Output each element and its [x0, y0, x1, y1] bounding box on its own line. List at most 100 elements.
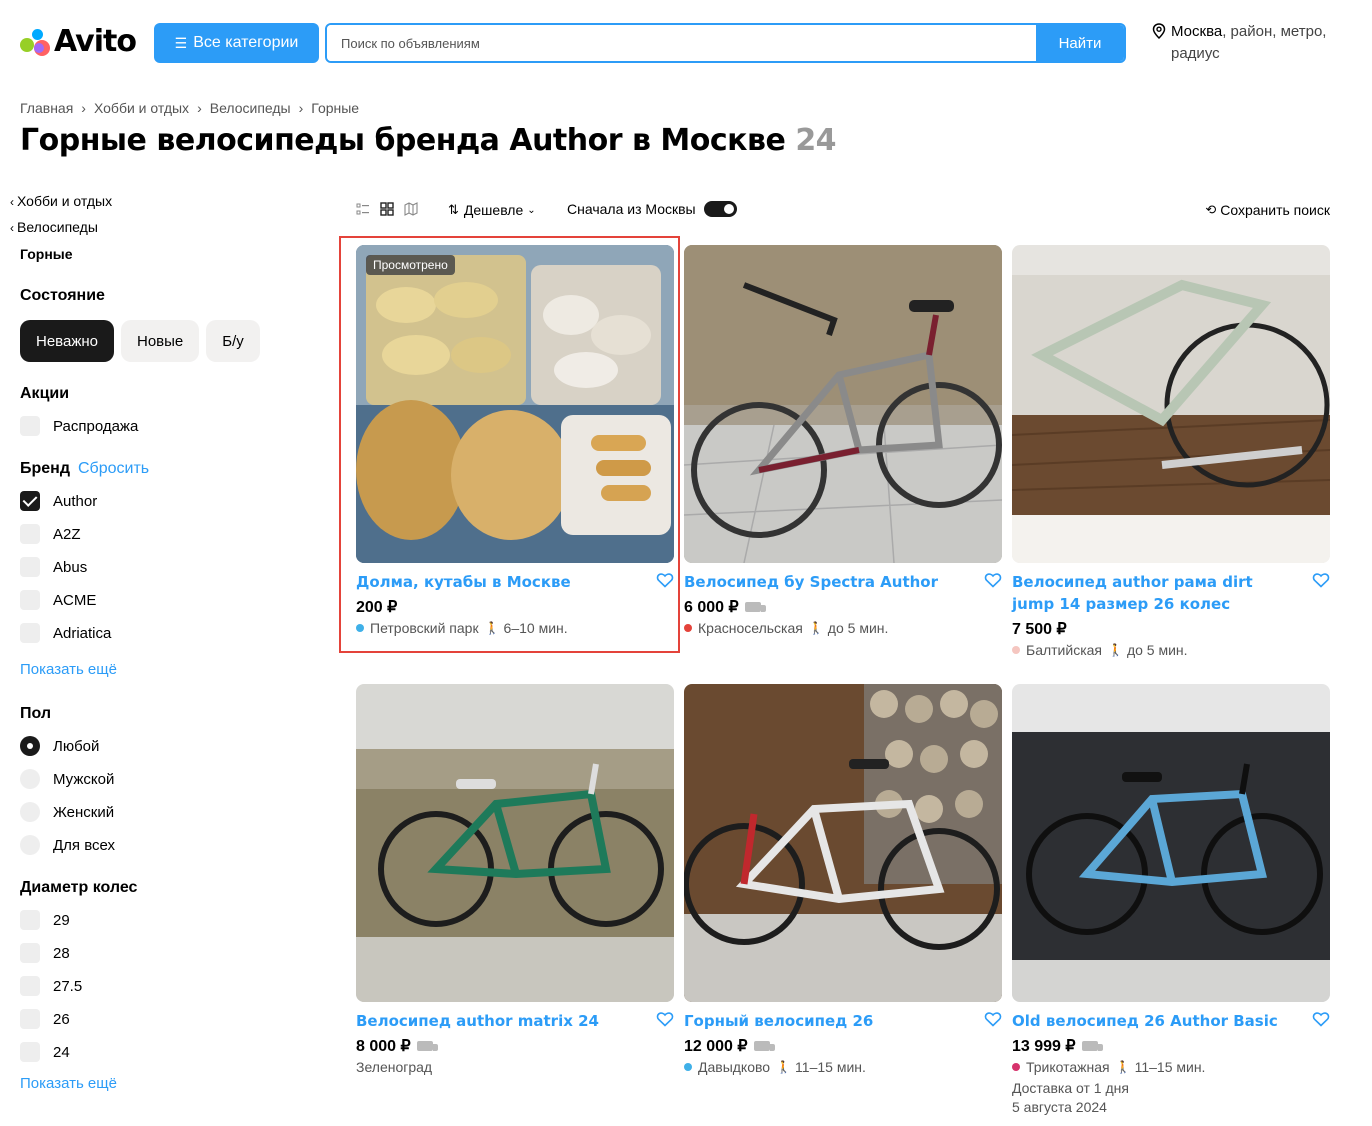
radio-label: Для всех — [53, 836, 116, 854]
current-category: Горные — [20, 246, 73, 262]
radio[interactable] — [20, 802, 40, 822]
radio[interactable] — [20, 769, 40, 789]
listing-title[interactable]: Горный велосипед 26 — [684, 1010, 969, 1032]
gender-any-radio[interactable]: Любой — [20, 736, 99, 756]
wheel-26-checkbox[interactable]: 26 — [20, 1009, 70, 1029]
back-link-label: Хобби и отдых — [17, 193, 113, 209]
favorite-heart-icon[interactable] — [984, 1010, 1002, 1028]
checkbox[interactable] — [20, 491, 40, 511]
condition-any-button[interactable]: Неважно — [20, 320, 114, 362]
listing-image[interactable] — [1012, 245, 1330, 563]
breadcrumb-item[interactable]: Хобби и отдых — [94, 100, 189, 116]
brand-acme-checkbox[interactable]: ACME — [20, 590, 96, 610]
listing-price: 6 000 ₽ — [684, 597, 766, 617]
toggle-switch[interactable] — [703, 201, 737, 217]
checkbox[interactable] — [20, 557, 40, 577]
listing-title[interactable]: Old велосипед 26 Author Basic — [1012, 1010, 1297, 1032]
brand-adriatica-checkbox[interactable]: Adriatica — [20, 623, 111, 643]
checkbox[interactable] — [20, 416, 40, 436]
breadcrumb-item[interactable]: Главная — [20, 100, 73, 116]
checkbox[interactable] — [20, 910, 40, 930]
promo-sale-checkbox[interactable]: Распродажа — [20, 416, 138, 436]
walking-icon: 🚶 — [776, 1060, 792, 1074]
listing-image[interactable] — [356, 684, 674, 1002]
condition-used-button[interactable]: Б/у — [206, 320, 260, 362]
price-value: 13 999 ₽ — [1012, 1038, 1076, 1055]
listing-image[interactable] — [684, 684, 1002, 1002]
gender-male-radio[interactable]: Мужской — [20, 769, 114, 789]
selection-highlight — [339, 236, 680, 653]
view-switcher — [356, 202, 418, 216]
breadcrumb-separator-icon: › — [197, 100, 202, 116]
location-selector[interactable]: Москва, район, метро, радиус — [1152, 21, 1342, 65]
wheel-show-more-link[interactable]: Показать ещё — [20, 1075, 117, 1092]
checkbox[interactable] — [20, 1042, 40, 1062]
metro-station: Трикотажная — [1026, 1059, 1110, 1075]
brand-reset-link[interactable]: Сбросить — [78, 460, 149, 477]
checkbox-label: 27.5 — [53, 977, 83, 995]
listing-image[interactable] — [684, 245, 1002, 563]
listing-title[interactable]: Велосипед author рама dirt jump 14 разме… — [1012, 571, 1297, 615]
bicycle-photo — [1012, 684, 1330, 1002]
metro-station: Балтийская — [1026, 642, 1102, 658]
save-search-button[interactable]: ⟲ Сохранить поиск — [1205, 202, 1330, 218]
all-categories-button[interactable]: ☰ Все категории — [154, 23, 319, 63]
avito-logo[interactable]: Avito — [20, 24, 137, 59]
location-text: Москва, район, метро, радиус — [1171, 21, 1342, 65]
chevron-left-icon: ‹ — [10, 221, 14, 235]
favorite-heart-icon[interactable] — [656, 1010, 674, 1028]
checkbox[interactable] — [20, 590, 40, 610]
categories-icon: ☰ — [174, 34, 188, 51]
brand-author-checkbox[interactable]: Author — [20, 491, 97, 511]
checkbox[interactable] — [20, 943, 40, 963]
listing-image[interactable] — [1012, 684, 1330, 1002]
wheel-24-checkbox[interactable]: 24 — [20, 1042, 70, 1062]
price-value: 8 000 ₽ — [356, 1038, 411, 1055]
metro-station: Красносельская — [698, 620, 803, 636]
checkbox[interactable] — [20, 1009, 40, 1029]
back-link-bicycles[interactable]: ‹ Велосипеды — [10, 219, 98, 235]
radio[interactable] — [20, 736, 40, 756]
back-link-hobby[interactable]: ‹ Хобби и отдых — [10, 193, 112, 209]
list-view-icon[interactable] — [356, 202, 370, 216]
listing-location: Красносельская 🚶 до 5 мин. — [684, 620, 888, 636]
search-input[interactable] — [327, 25, 1036, 61]
checkbox-label: 24 — [53, 1043, 70, 1061]
wheel-27-5-checkbox[interactable]: 27.5 — [20, 976, 82, 996]
listing-title[interactable]: Велосипед author matrix 24 — [356, 1010, 641, 1032]
brand-a2z-checkbox[interactable]: A2Z — [20, 524, 81, 544]
listing-price: 8 000 ₽ — [356, 1036, 438, 1056]
wheel-28-checkbox[interactable]: 28 — [20, 943, 70, 963]
grid-view-icon[interactable] — [380, 202, 394, 216]
bicycle-frame-photo — [1012, 245, 1330, 563]
favorite-heart-icon[interactable] — [1312, 571, 1330, 589]
wheel-29-checkbox[interactable]: 29 — [20, 910, 70, 930]
breadcrumb-item[interactable]: Горные — [311, 100, 359, 116]
map-view-icon[interactable] — [404, 202, 418, 216]
listing-title[interactable]: Велосипед бу Spectra Author — [684, 571, 969, 593]
listing-location: Балтийская 🚶 до 5 мин. — [1012, 642, 1188, 658]
search-button[interactable]: Найти — [1036, 25, 1124, 61]
price-value: 6 000 ₽ — [684, 599, 739, 616]
results-count: 24 — [795, 123, 837, 158]
brand-abus-checkbox[interactable]: Abus — [20, 557, 87, 577]
listing-card: Горный велосипед 26 12 000 ₽ Давыдково 🚶… — [684, 684, 1002, 1075]
condition-heading: Состояние — [20, 287, 105, 304]
checkbox[interactable] — [20, 976, 40, 996]
checkbox[interactable] — [20, 524, 40, 544]
results-toolbar: ⇅ Дешевле ⌄ Сначала из Москвы ⟲ Сохранит… — [356, 198, 1330, 222]
breadcrumb-item[interactable]: Велосипеды — [210, 100, 291, 116]
moscow-first-toggle[interactable]: Сначала из Москвы — [567, 201, 737, 217]
favorite-heart-icon[interactable] — [984, 571, 1002, 589]
brand-show-more-link[interactable]: Показать ещё — [20, 661, 117, 678]
walk-time: 11–15 мин. — [1134, 1059, 1206, 1075]
checkbox[interactable] — [20, 623, 40, 643]
listing-card: Велосипед author matrix 24 8 000 ₽ Зелен… — [356, 684, 674, 1075]
favorite-heart-icon[interactable] — [1312, 1010, 1330, 1028]
gender-all-radio[interactable]: Для всех — [20, 835, 115, 855]
radio[interactable] — [20, 835, 40, 855]
sort-dropdown[interactable]: ⇅ Дешевле ⌄ — [448, 202, 536, 218]
condition-new-button[interactable]: Новые — [120, 320, 200, 362]
gender-female-radio[interactable]: Женский — [20, 802, 114, 822]
metro-dot — [684, 1063, 692, 1071]
